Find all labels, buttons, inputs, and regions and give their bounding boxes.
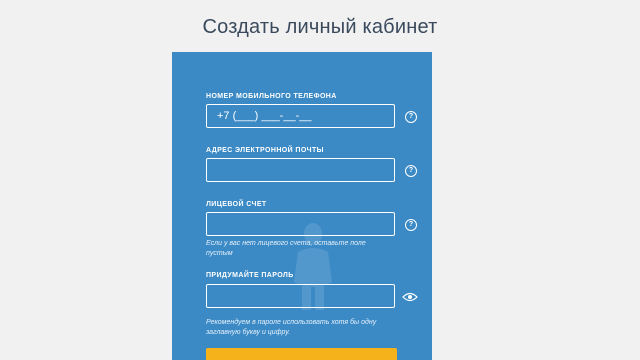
account-label: ЛИЦЕВОЙ СЧЕТ bbox=[206, 201, 267, 208]
phone-help-icon[interactable]: ? bbox=[405, 111, 417, 123]
account-input[interactable] bbox=[206, 212, 395, 236]
page-title: Создать личный кабинет bbox=[202, 16, 438, 38]
password-label: ПРИДУМАЙТЕ ПАРОЛЬ bbox=[206, 272, 294, 279]
phone-label: НОМЕР МОБИЛЬНОГО ТЕЛЕФОНА bbox=[206, 93, 337, 100]
password-input[interactable] bbox=[206, 284, 395, 308]
submit-button[interactable] bbox=[206, 348, 397, 360]
email-label: АДРЕС ЭЛЕКТРОННОЙ ПОЧТЫ bbox=[206, 147, 324, 154]
email-help-icon[interactable]: ? bbox=[405, 165, 417, 177]
email-input[interactable] bbox=[206, 158, 395, 182]
eye-icon[interactable] bbox=[402, 292, 418, 302]
account-hint: Если у вас нет лицевого счета, оставьте … bbox=[206, 240, 366, 257]
registration-form: НОМЕР МОБИЛЬНОГО ТЕЛЕФОНА ? АДРЕС ЭЛЕКТР… bbox=[172, 52, 432, 360]
account-help-icon[interactable]: ? bbox=[405, 219, 417, 231]
registration-page: Создать личный кабинет НОМЕР МОБИЛЬНОГО … bbox=[0, 0, 640, 360]
password-hint: Рекомендуем в пароле использовать хотя б… bbox=[206, 319, 377, 336]
phone-input[interactable] bbox=[206, 104, 395, 128]
